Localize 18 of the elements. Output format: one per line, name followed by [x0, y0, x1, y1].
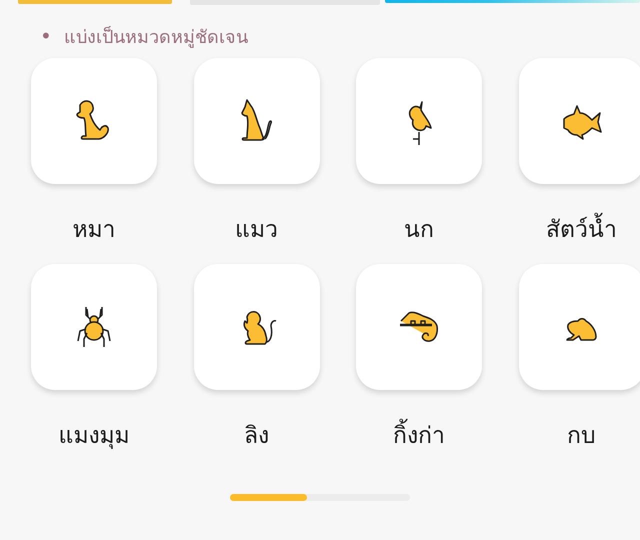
category-card[interactable]: [356, 264, 482, 390]
category-label: นก: [404, 216, 434, 245]
category-label: หมา: [72, 216, 116, 245]
category-label: กบ: [567, 422, 596, 451]
category-card[interactable]: [356, 58, 482, 184]
category-card[interactable]: [518, 264, 640, 390]
category-card[interactable]: [31, 58, 157, 184]
category-label: แมว: [235, 216, 278, 245]
category-label: กิ้งก่า: [393, 420, 445, 452]
category-card[interactable]: [518, 58, 640, 184]
category-card[interactable]: [31, 264, 157, 390]
category-card[interactable]: [194, 264, 320, 390]
section-title: แบ่งเป็นหมวดหมู่ชัดเจน: [64, 25, 248, 50]
category-label: แมงมุม: [58, 422, 130, 451]
category-card[interactable]: [194, 58, 320, 184]
category-label: สัตว์น้ำ: [546, 214, 617, 246]
bullet: •: [40, 24, 52, 48]
category-label: ลิง: [244, 422, 269, 451]
